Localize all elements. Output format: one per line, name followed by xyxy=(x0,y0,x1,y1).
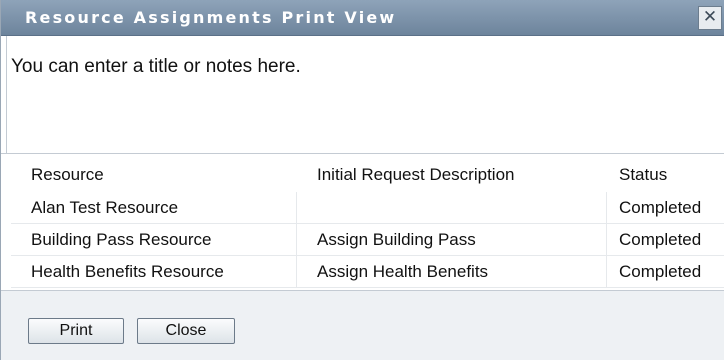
notes-field[interactable] xyxy=(11,56,724,150)
dialog-titlebar: Resource Assignments Print View ✕ xyxy=(1,0,724,36)
resource-cell: Building Pass Resource xyxy=(11,224,297,256)
description-cell: Assign Health Benefits xyxy=(297,256,607,288)
status-cell: Completed xyxy=(607,192,724,224)
description-cell xyxy=(297,192,607,224)
resource-cell: Health Benefits Resource xyxy=(11,256,297,288)
table-row[interactable]: Health Benefits Resource Assign Health B… xyxy=(11,256,724,288)
resource-cell: Alan Test Resource xyxy=(11,192,297,224)
table-row[interactable]: Building Pass Resource Assign Building P… xyxy=(11,224,724,256)
description-cell: Assign Building Pass xyxy=(297,224,607,256)
status-cell: Completed xyxy=(607,224,724,256)
status-cell: Completed xyxy=(607,256,724,288)
notes-divider xyxy=(1,36,7,154)
column-header-description[interactable]: Initial Request Description xyxy=(297,156,607,192)
column-header-resource[interactable]: Resource xyxy=(11,156,297,192)
print-button[interactable]: Print xyxy=(28,318,124,344)
close-icon[interactable]: ✕ xyxy=(698,6,722,30)
resource-table: Resource Initial Request Description Sta… xyxy=(1,154,724,290)
print-view-dialog: Resource Assignments Print View ✕ Resour… xyxy=(0,0,724,360)
column-header-status[interactable]: Status xyxy=(607,156,724,192)
dialog-footer: Print Close xyxy=(1,290,724,360)
dialog-title: Resource Assignments Print View xyxy=(25,8,397,27)
table-row[interactable]: Alan Test Resource Completed xyxy=(11,192,724,224)
close-button[interactable]: Close xyxy=(137,318,235,344)
table-header-row: Resource Initial Request Description Sta… xyxy=(11,156,724,192)
